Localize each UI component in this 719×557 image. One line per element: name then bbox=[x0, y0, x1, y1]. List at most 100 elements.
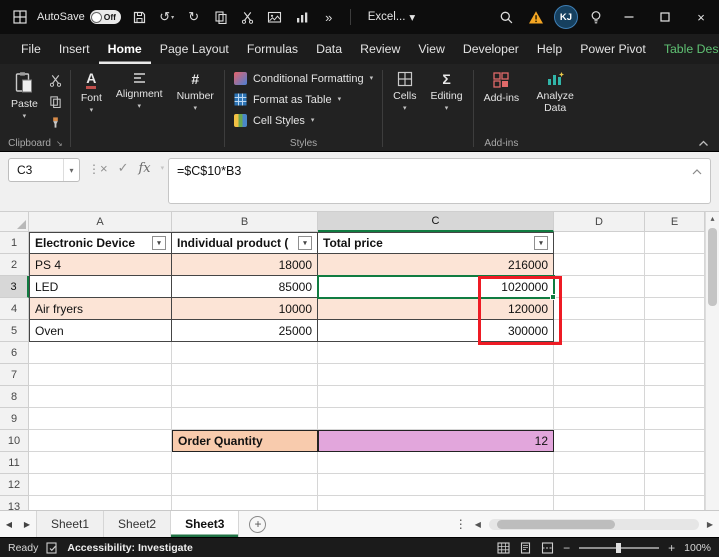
cell[interactable] bbox=[645, 452, 705, 474]
select-all-corner[interactable] bbox=[0, 212, 29, 232]
cell[interactable] bbox=[554, 320, 645, 342]
cell-a4[interactable]: Air fryers bbox=[29, 298, 172, 320]
cell[interactable] bbox=[645, 232, 705, 254]
copy-icon[interactable] bbox=[211, 6, 231, 28]
number-group-button[interactable]: # Number ▾ bbox=[170, 66, 221, 151]
cell[interactable] bbox=[318, 342, 554, 364]
tab-table-design[interactable]: Table Design bbox=[655, 34, 719, 64]
cell[interactable] bbox=[318, 386, 554, 408]
cell[interactable] bbox=[29, 496, 172, 510]
fill-handle[interactable] bbox=[550, 294, 556, 300]
cell-a1[interactable]: Electronic Device ▾ bbox=[29, 232, 172, 254]
conditional-formatting-button[interactable]: Conditional Formatting ▾ bbox=[228, 68, 379, 89]
cell[interactable] bbox=[645, 408, 705, 430]
cell[interactable] bbox=[318, 452, 554, 474]
zoom-in-icon[interactable]: + bbox=[668, 541, 675, 555]
tab-page-layout[interactable]: Page Layout bbox=[151, 34, 238, 64]
cell[interactable] bbox=[29, 364, 172, 386]
tab-file[interactable]: File bbox=[12, 34, 50, 64]
cells-group-button[interactable]: Cells ▾ bbox=[386, 66, 423, 151]
cell[interactable] bbox=[554, 496, 645, 510]
cell[interactable] bbox=[29, 474, 172, 496]
cell[interactable] bbox=[172, 342, 318, 364]
titlebar-app-menu[interactable]: Excel... ▾ bbox=[362, 10, 422, 24]
cell-c1[interactable]: Total price ▾ bbox=[318, 232, 554, 254]
picture-icon[interactable] bbox=[265, 6, 285, 28]
cell[interactable] bbox=[554, 364, 645, 386]
zoom-level[interactable]: 100% bbox=[684, 542, 711, 554]
cell[interactable] bbox=[29, 452, 172, 474]
copy-icon[interactable] bbox=[45, 93, 67, 109]
save-icon[interactable] bbox=[130, 6, 150, 28]
cell[interactable] bbox=[554, 254, 645, 276]
row-header-8[interactable]: 8 bbox=[0, 386, 29, 408]
cell[interactable] bbox=[645, 342, 705, 364]
cell-c10[interactable]: 12 bbox=[318, 430, 554, 452]
paste-button[interactable]: Paste ▾ bbox=[4, 66, 45, 125]
cut-icon[interactable] bbox=[45, 72, 67, 88]
cell-a2[interactable]: PS 4 bbox=[29, 254, 172, 276]
tab-formulas[interactable]: Formulas bbox=[238, 34, 307, 64]
filter-button[interactable]: ▾ bbox=[298, 236, 312, 250]
row-header-6[interactable]: 6 bbox=[0, 342, 29, 364]
insert-function-icon[interactable]: fx bbox=[139, 161, 151, 176]
format-painter-icon[interactable] bbox=[45, 114, 67, 130]
tab-sheet1[interactable]: Sheet1 bbox=[36, 511, 105, 537]
tab-view[interactable]: View bbox=[409, 34, 453, 64]
cell[interactable] bbox=[318, 496, 554, 510]
cell[interactable] bbox=[172, 364, 318, 386]
formula-input[interactable]: =$C$10*B3 bbox=[168, 158, 711, 204]
cell-c2[interactable]: 216000 bbox=[318, 254, 554, 276]
column-header-d[interactable]: D bbox=[554, 212, 645, 232]
cell-b4[interactable]: 10000 bbox=[172, 298, 318, 320]
view-page-layout-icon[interactable] bbox=[519, 541, 532, 554]
column-header-e[interactable]: E bbox=[645, 212, 705, 232]
cell[interactable] bbox=[29, 342, 172, 364]
cell[interactable] bbox=[554, 408, 645, 430]
analyze-data-button[interactable]: Analyze Data bbox=[526, 66, 584, 151]
cell-b10[interactable]: Order Quantity bbox=[172, 430, 318, 452]
hscroll-left-icon[interactable]: ◀ bbox=[475, 520, 481, 529]
accessibility-status[interactable]: Accessibility: Investigate bbox=[67, 542, 192, 554]
cell-c5[interactable]: 300000 bbox=[318, 320, 554, 342]
cell[interactable] bbox=[318, 364, 554, 386]
row-header-4[interactable]: 4 bbox=[0, 298, 29, 320]
vertical-scrollbar-thumb[interactable] bbox=[708, 228, 717, 306]
cell[interactable] bbox=[172, 474, 318, 496]
cell[interactable] bbox=[318, 408, 554, 430]
cell[interactable] bbox=[645, 276, 705, 298]
cell[interactable] bbox=[645, 430, 705, 452]
cell[interactable] bbox=[645, 364, 705, 386]
column-header-a[interactable]: A bbox=[29, 212, 172, 232]
tab-help[interactable]: Help bbox=[528, 34, 571, 64]
redo-icon[interactable]: ↻ bbox=[184, 6, 204, 28]
row-header-11[interactable]: 11 bbox=[0, 452, 29, 474]
formula-bar-handle[interactable]: ⋮ bbox=[88, 162, 100, 176]
cell-styles-button[interactable]: Cell Styles ▾ bbox=[228, 110, 379, 131]
row-header-9[interactable]: 9 bbox=[0, 408, 29, 430]
account-avatar[interactable]: KJ bbox=[551, 0, 581, 34]
tab-developer[interactable]: Developer bbox=[454, 34, 528, 64]
tab-sheet3[interactable]: Sheet3 bbox=[171, 511, 240, 537]
autosave-toggle[interactable]: AutoSave Off bbox=[37, 10, 121, 24]
vertical-scrollbar[interactable]: ▴ bbox=[705, 212, 719, 510]
row-header-2[interactable]: 2 bbox=[0, 254, 29, 276]
cell[interactable] bbox=[172, 386, 318, 408]
hscroll-right-icon[interactable]: ▶ bbox=[707, 520, 713, 529]
cell-a3[interactable]: LED bbox=[29, 276, 172, 298]
zoom-slider[interactable] bbox=[579, 542, 660, 553]
cell-c3[interactable]: 1020000 bbox=[318, 276, 554, 298]
cell[interactable] bbox=[554, 474, 645, 496]
dialog-launcher-icon[interactable]: ↘ bbox=[56, 139, 63, 148]
cell[interactable] bbox=[172, 452, 318, 474]
row-header-1[interactable]: 1 bbox=[0, 232, 29, 254]
quick-access-overflow-icon[interactable]: » bbox=[319, 6, 339, 28]
tab-review[interactable]: Review bbox=[351, 34, 409, 64]
zoom-out-icon[interactable]: − bbox=[563, 541, 570, 555]
cell-a5[interactable]: Oven bbox=[29, 320, 172, 342]
editing-group-button[interactable]: Σ Editing ▾ bbox=[423, 66, 469, 151]
cell-b1[interactable]: Individual product (▾ bbox=[172, 232, 318, 254]
chart-icon[interactable] bbox=[292, 6, 312, 28]
column-header-c[interactable]: C bbox=[318, 212, 554, 232]
maximize-button[interactable] bbox=[647, 0, 683, 34]
